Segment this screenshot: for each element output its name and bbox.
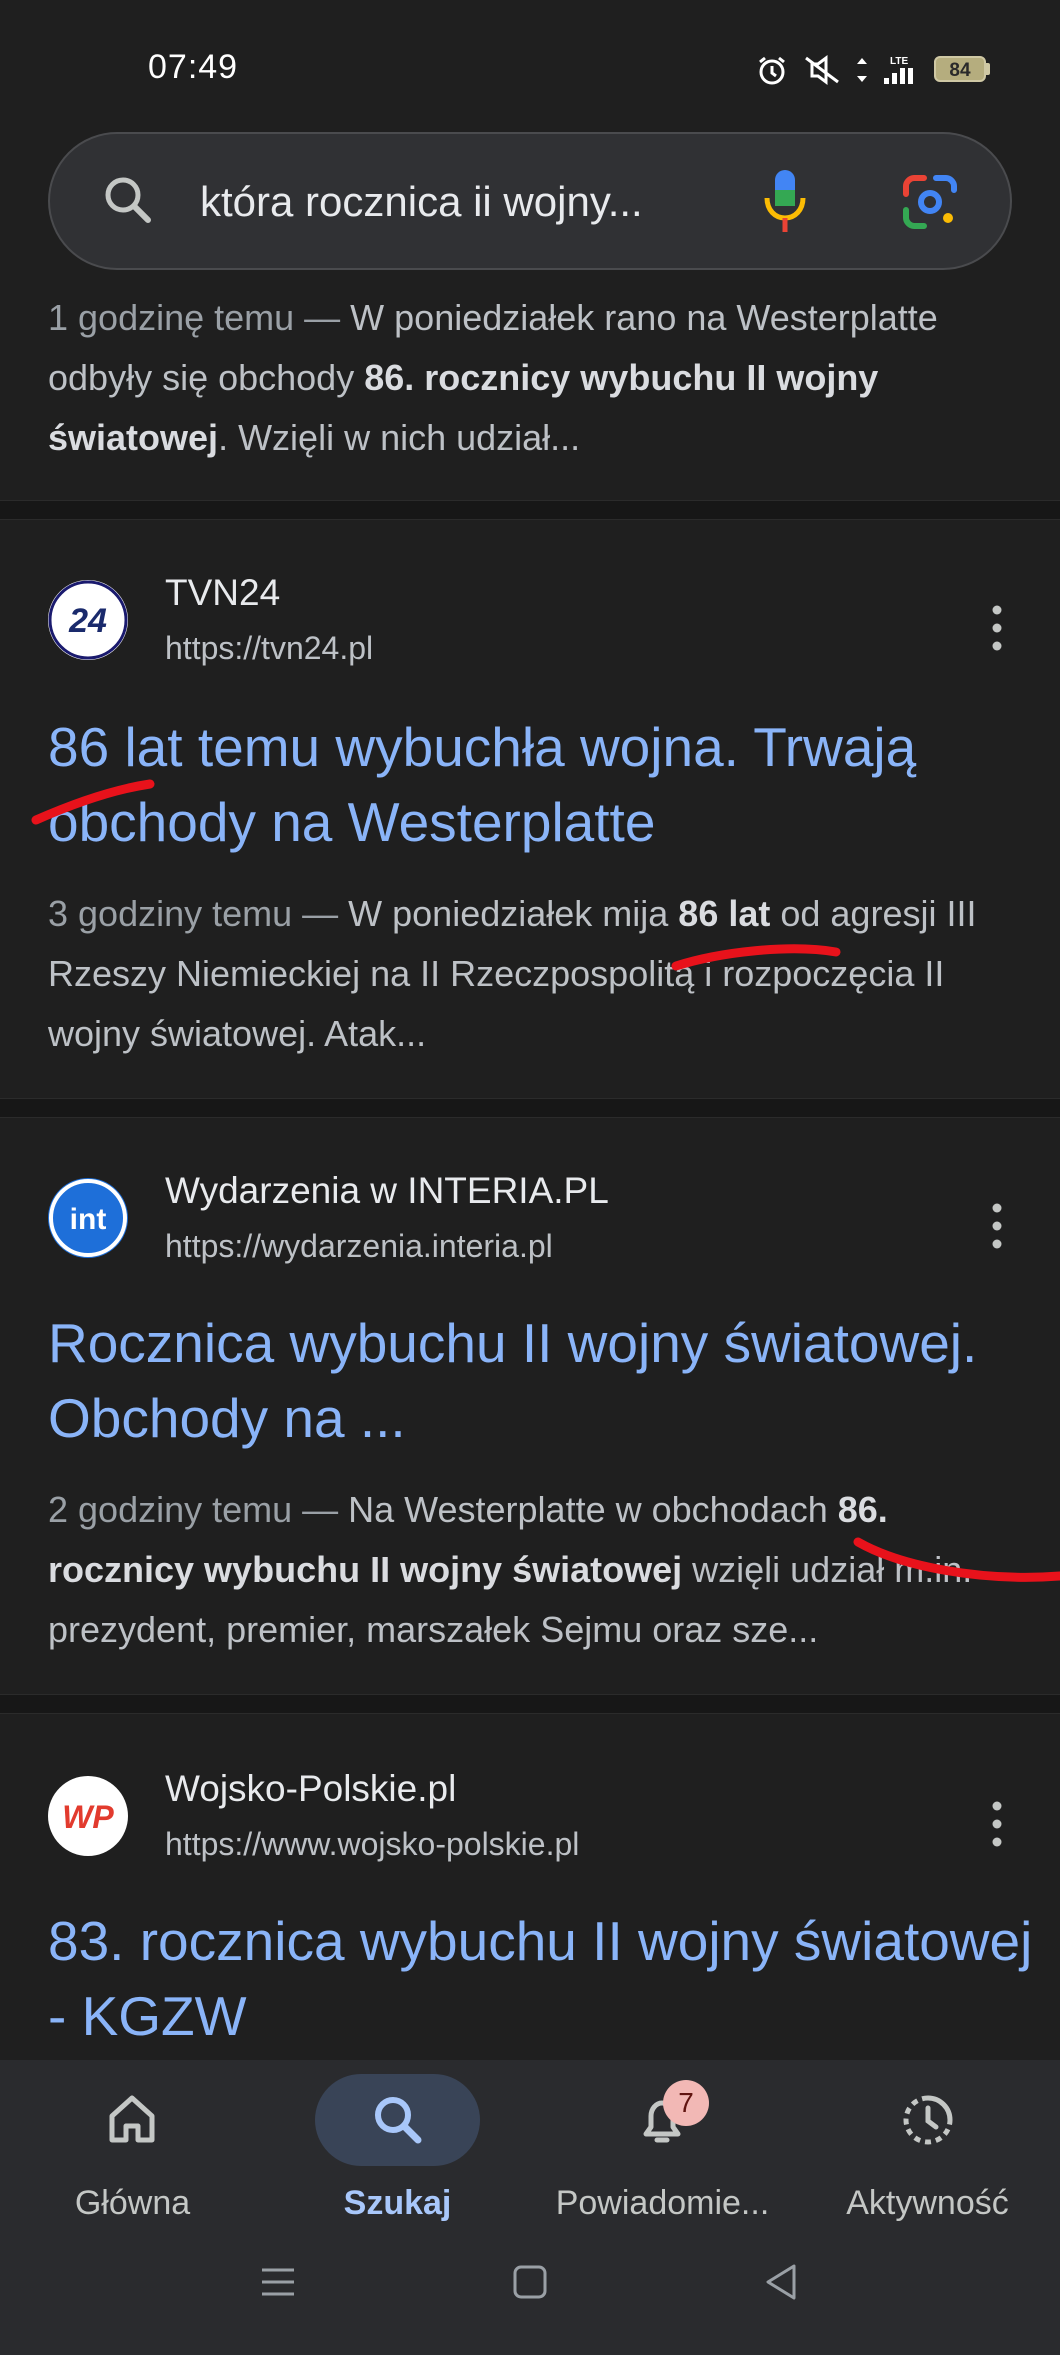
card-separator: [0, 500, 1060, 520]
more-options-icon[interactable]: [982, 598, 1012, 658]
site-name: TVN24: [165, 572, 281, 613]
favicon-text: WP: [62, 1799, 114, 1835]
snippet-text: Na Westerplatte w obchodach: [348, 1489, 838, 1530]
more-options-icon[interactable]: [982, 1196, 1012, 1256]
svg-text:LTE: LTE: [890, 56, 908, 67]
favicon-text: 24: [68, 602, 107, 640]
result-time: 1 godzinę temu —: [48, 297, 351, 338]
card-separator: [0, 1098, 1060, 1118]
nav-label-search: Szukaj: [343, 2184, 452, 2222]
nav-label-home: Główna: [74, 2184, 191, 2222]
snippet-highlight: 86 lat: [678, 893, 771, 934]
mute-icon: [805, 55, 839, 85]
activity-icon: [903, 2095, 953, 2145]
more-options-icon[interactable]: [982, 1794, 1012, 1854]
result-time: 2 godziny temu —: [48, 1489, 349, 1530]
notification-badge: 7: [663, 2080, 709, 2126]
snippet-text: W poniedziałek mija: [348, 893, 679, 934]
back-icon[interactable]: [762, 2262, 802, 2302]
home-square-icon[interactable]: [510, 2262, 550, 2302]
status-time: 07:49: [148, 48, 239, 86]
data-arrows-icon: [857, 58, 867, 82]
result-snippet: 2 godziny temu — Na Westerplatte w obcho…: [48, 1480, 1018, 1660]
mic-icon[interactable]: [762, 168, 808, 234]
site-url: https://wydarzenia.interia.pl: [165, 1228, 553, 1264]
menu-icon[interactable]: [258, 2262, 298, 2302]
battery-tip: [986, 63, 990, 75]
site-name: Wojsko-Polskie.pl: [165, 1768, 457, 1809]
result-snippet: 1 godzinę temu — W poniedziałek rano na …: [48, 288, 1018, 468]
snippet-text: . Wzięli w nich udział...: [218, 417, 581, 458]
nav-label-activity: Aktywność: [846, 2184, 1009, 2222]
result-title-link[interactable]: 83. rocznica wybuchu II wojny światowej …: [48, 1904, 1038, 2054]
site-url: https://www.wojsko-polskie.pl: [165, 1826, 580, 1862]
battery-icon: 84: [934, 56, 986, 82]
wojsko-polskie-favicon: WP: [48, 1776, 128, 1856]
lte-signal-icon: LTE: [884, 56, 913, 84]
site-name: Wydarzenia w INTERIA.PL: [165, 1170, 609, 1211]
tvn24-favicon: 24: [48, 580, 128, 660]
search-icon: [105, 177, 151, 223]
alarm-icon: [759, 56, 785, 85]
nav-item-search[interactable]: [265, 2060, 530, 2260]
nav-item-notifications[interactable]: [530, 2060, 795, 2260]
nav-label-notifications: Powiadomie...: [555, 2184, 770, 2222]
card-separator: [0, 1694, 1060, 1714]
interia-favicon: int: [48, 1178, 128, 1258]
search-icon: [375, 2097, 422, 2144]
site-url: https://tvn24.pl: [165, 630, 374, 666]
result-title-link[interactable]: Rocznica wybuchu II wojny światowej. Obc…: [48, 1306, 1038, 1456]
result-time: 3 godziny temu —: [48, 893, 349, 934]
result-snippet: 3 godziny temu — W poniedziałek mija 86 …: [48, 884, 1018, 1064]
search-input[interactable]: która rocznica ii wojny...: [200, 178, 643, 226]
result-title-link[interactable]: 86 lat temu wybuchła wojna. Trwają obcho…: [48, 710, 1038, 860]
lens-icon[interactable]: [900, 172, 960, 232]
home-icon: [109, 2095, 155, 2143]
favicon-text: int: [70, 1203, 107, 1236]
